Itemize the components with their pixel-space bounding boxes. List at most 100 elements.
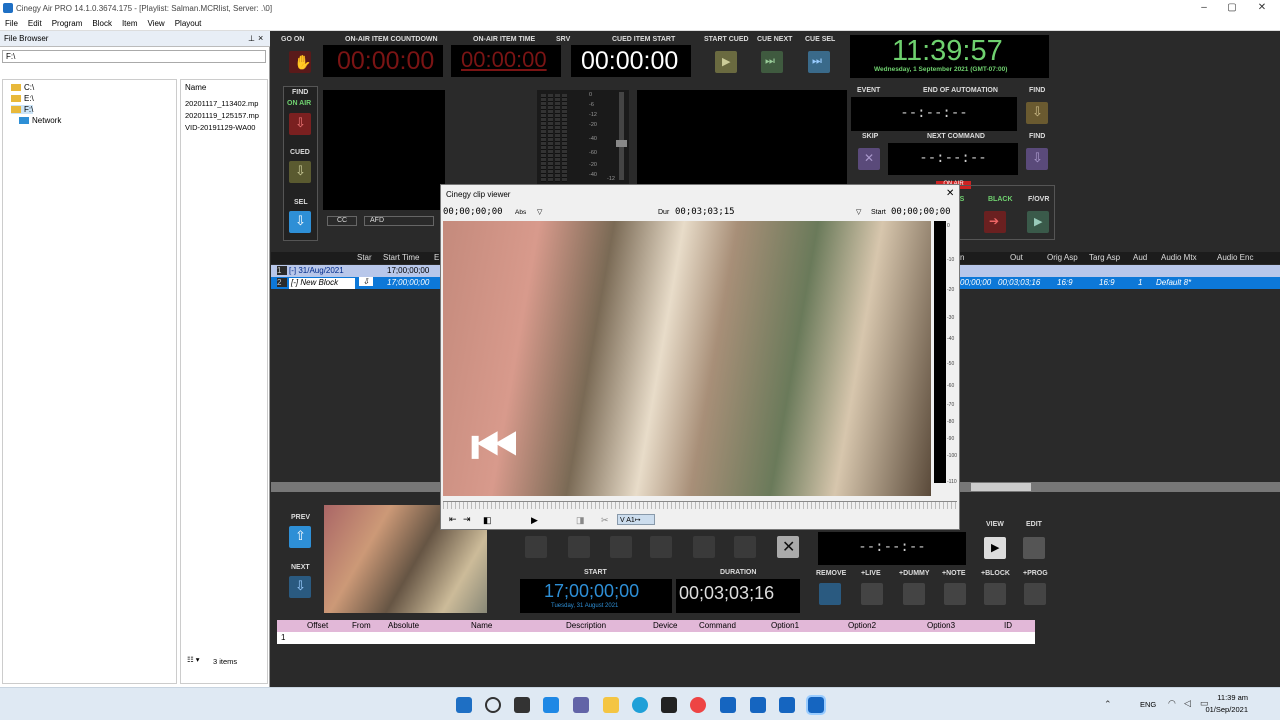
tray-time[interactable]: 11:39 am: [1216, 693, 1248, 702]
tree-item-e[interactable]: E:\: [11, 94, 34, 103]
store-icon[interactable]: [661, 697, 677, 713]
find-on-air-button[interactable]: ⇩: [289, 113, 311, 135]
col-targ-asp[interactable]: Targ Asp: [1089, 253, 1120, 262]
find-sel-button[interactable]: ⇩: [289, 211, 311, 233]
menu-program[interactable]: Program: [47, 17, 88, 30]
edge-icon[interactable]: [632, 697, 648, 713]
mark-out-icon[interactable]: ⇥: [463, 514, 471, 525]
col-e[interactable]: E: [434, 253, 439, 262]
menu-view[interactable]: View: [143, 17, 170, 30]
cue-next-button[interactable]: ⏭: [761, 51, 783, 73]
path-combobox[interactable]: F:\: [2, 50, 266, 63]
viewer-abs-mode[interactable]: Abs: [515, 209, 526, 216]
track-selector[interactable]: V A1↦: [617, 514, 655, 525]
cinegy-app-icon[interactable]: [720, 697, 736, 713]
prev-button[interactable]: ⇧: [289, 526, 311, 548]
item-down-button[interactable]: [525, 536, 547, 558]
scrollbar-thumb[interactable]: [971, 483, 1031, 491]
col-star[interactable]: Star: [357, 253, 372, 262]
file-item[interactable]: 20201117_113402.mp: [185, 99, 258, 108]
go-on-button[interactable]: ✋: [289, 51, 311, 73]
maximize-icon[interactable]: ▢: [1222, 2, 1242, 13]
item-undo-button[interactable]: [734, 536, 756, 558]
pin-icon[interactable]: ⊥: [248, 34, 255, 43]
close-x-icon: ✕: [864, 151, 875, 165]
cinegy-air-icon[interactable]: [750, 697, 766, 713]
find-command-button[interactable]: ⇩: [1026, 148, 1048, 170]
black-button[interactable]: ➔: [984, 211, 1006, 233]
task-view-icon[interactable]: [514, 697, 530, 713]
frame-back-icon[interactable]: ◧: [483, 515, 492, 526]
add-prog-button[interactable]: [1024, 583, 1046, 605]
col-orig-asp[interactable]: Orig Asp: [1047, 253, 1078, 262]
add-dummy-button[interactable]: [903, 583, 925, 605]
skip-button[interactable]: ✕: [858, 148, 880, 170]
viewer-close-icon[interactable]: ✕: [946, 188, 954, 199]
item-clock-button[interactable]: [568, 536, 590, 558]
item-refresh-button[interactable]: [693, 536, 715, 558]
file-item[interactable]: 20201119_125157.mp: [185, 111, 259, 120]
add-live-button[interactable]: [861, 583, 883, 605]
srv-label: SRV: [556, 36, 571, 43]
search-icon[interactable]: [485, 697, 501, 713]
col-out[interactable]: Out: [1010, 253, 1023, 262]
cinegy-air-active-icon[interactable]: [806, 695, 826, 715]
file-list-header[interactable]: Name: [185, 83, 206, 92]
tree-item-f[interactable]: F:\: [11, 105, 34, 114]
viewer-position[interactable]: 00;00;00;00: [443, 207, 503, 217]
item-cancel-button[interactable]: ✕: [777, 536, 799, 558]
timeline-ruler[interactable]: [443, 501, 957, 509]
col-audio-mtx[interactable]: Audio Mtx: [1161, 253, 1197, 262]
tray-chevron-icon[interactable]: ⌃: [1104, 699, 1112, 710]
abs-dropdown-icon[interactable]: ▽: [537, 208, 542, 216]
view-button[interactable]: ▶: [984, 537, 1006, 559]
widgets-icon[interactable]: [543, 697, 559, 713]
chrome-icon[interactable]: [690, 697, 706, 713]
mark-in-icon[interactable]: ⇤: [449, 514, 457, 525]
play-icon: ▶: [991, 542, 1000, 554]
tray-date[interactable]: 01/Sep/2021: [1204, 705, 1248, 714]
cut-icon[interactable]: ✂: [601, 515, 609, 526]
tree-item-c[interactable]: C:\: [11, 83, 34, 92]
volume-slider[interactable]: [619, 92, 624, 180]
wifi-icon[interactable]: ◠: [1168, 698, 1176, 709]
tree-item-network[interactable]: Network: [19, 116, 61, 125]
view-mode-icon[interactable]: ☷ ▾: [187, 655, 200, 664]
col-aud[interactable]: Aud: [1133, 253, 1147, 262]
chat-icon[interactable]: [573, 697, 589, 713]
add-block-button[interactable]: [984, 583, 1006, 605]
add-note-button[interactable]: [944, 583, 966, 605]
menu-edit[interactable]: Edit: [23, 17, 47, 30]
find-cued-button[interactable]: ⇩: [289, 161, 311, 183]
language-indicator[interactable]: ENG: [1140, 700, 1156, 709]
viewer-play-icon[interactable]: ▶: [531, 515, 538, 526]
panel-close-icon[interactable]: ×: [258, 33, 263, 43]
col-audio-enc[interactable]: Audio Enc: [1217, 253, 1253, 262]
col-start-time[interactable]: Start Time: [383, 253, 419, 262]
block-down-icon[interactable]: ⇩: [359, 277, 373, 286]
find-end-button[interactable]: ⇩: [1026, 102, 1048, 124]
frame-forward-icon[interactable]: ◨: [576, 515, 585, 526]
fovr-button[interactable]: ▶: [1027, 211, 1049, 233]
cinegy-air-2-icon[interactable]: [779, 697, 795, 713]
volume-slider-thumb[interactable]: [616, 140, 627, 147]
remove-button[interactable]: [819, 583, 841, 605]
start-cued-button[interactable]: ▶: [715, 51, 737, 73]
file-explorer-icon[interactable]: [603, 697, 619, 713]
menu-playout[interactable]: Playout: [170, 17, 207, 30]
volume-icon[interactable]: ◁: [1184, 698, 1191, 709]
start-icon[interactable]: [456, 697, 472, 713]
file-item[interactable]: VID-20191129-WA00: [185, 123, 255, 132]
menu-block[interactable]: Block: [87, 17, 117, 30]
menu-item[interactable]: Item: [117, 17, 143, 30]
cue-sel-button[interactable]: ⏭: [808, 51, 830, 73]
item-loop-button[interactable]: [610, 536, 632, 558]
item-hand-button[interactable]: [650, 536, 672, 558]
next-button[interactable]: ⇩: [289, 576, 311, 598]
dur-dropdown-icon[interactable]: ▽: [856, 208, 861, 216]
menu-file[interactable]: File: [0, 17, 23, 30]
video-frame[interactable]: ⏮: [443, 221, 931, 496]
close-icon[interactable]: ✕: [1252, 2, 1272, 13]
minimize-icon[interactable]: –: [1194, 2, 1214, 13]
edit-button[interactable]: [1023, 537, 1045, 559]
